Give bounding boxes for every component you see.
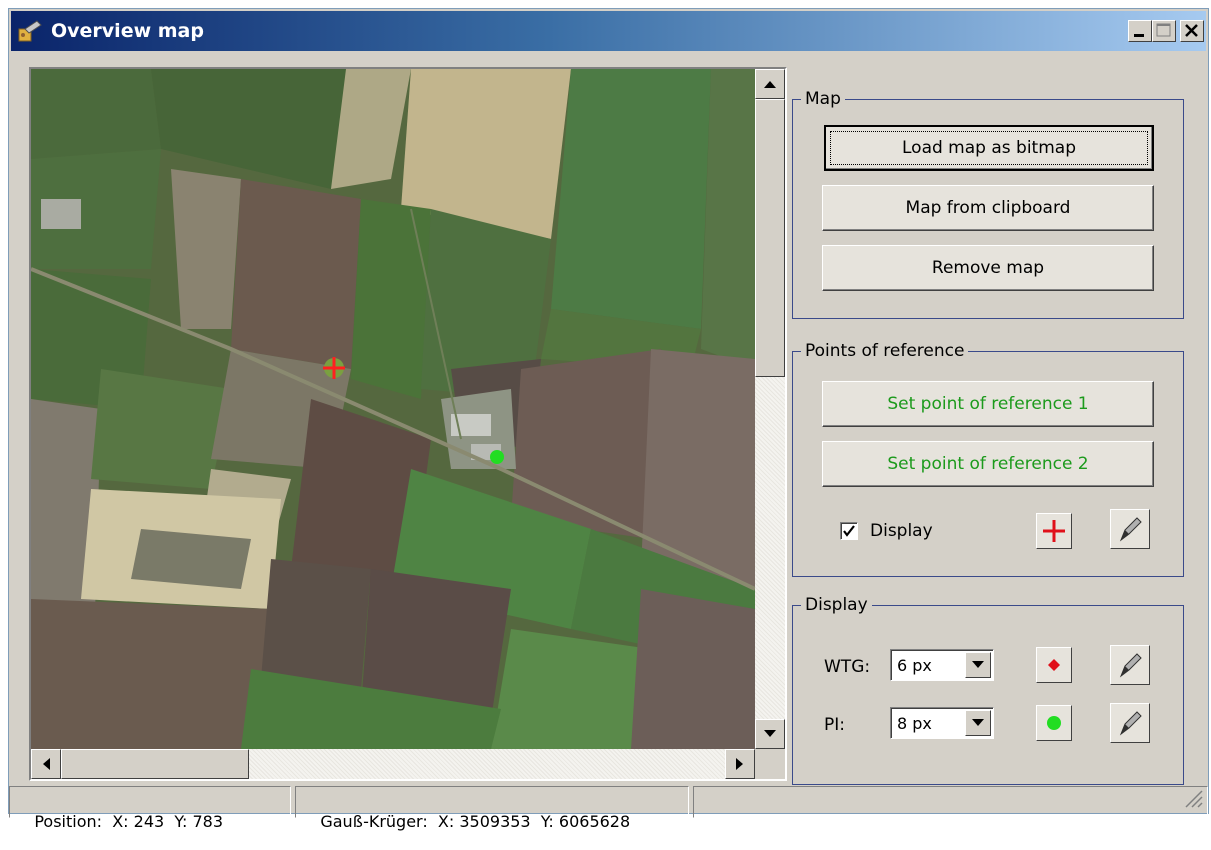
set-reference-2-label: Set point of reference 2	[887, 454, 1089, 474]
wtg-size-select[interactable]: 6 px	[890, 649, 994, 681]
display-references-checkbox[interactable]	[840, 522, 858, 540]
green-dot-icon	[1047, 716, 1061, 730]
set-reference-1-button[interactable]: Set point of reference 1	[822, 381, 1154, 427]
pi-edit-button[interactable]	[1110, 703, 1150, 743]
wtg-label: WTG:	[824, 657, 871, 677]
set-reference-1-label: Set point of reference 1	[887, 394, 1089, 414]
horizontal-scrollbar[interactable]	[31, 749, 755, 779]
minimize-button[interactable]	[1128, 20, 1152, 42]
resize-grip-icon[interactable]	[1182, 787, 1204, 809]
map-group-legend: Map	[805, 89, 841, 109]
scroll-left-button[interactable]	[31, 749, 61, 779]
chevron-down-icon	[972, 719, 984, 726]
scroll-up-button[interactable]	[755, 69, 785, 99]
title-bar[interactable]: Overview map	[11, 11, 1206, 51]
red-diamond-icon	[1048, 659, 1060, 671]
minimize-icon	[1134, 34, 1144, 37]
scroll-right-button[interactable]	[725, 749, 755, 779]
close-icon	[1185, 24, 1198, 37]
pi-color-button[interactable]	[1036, 705, 1072, 741]
reference-color-button[interactable]	[1110, 509, 1150, 549]
wtg-dropdown-button[interactable]	[965, 652, 991, 678]
pi-size-select[interactable]: 8 px	[890, 707, 994, 739]
map-from-clipboard-button[interactable]: Map from clipboard	[822, 185, 1154, 231]
position-text: Position: X: 243 Y: 783	[34, 812, 224, 831]
map-tool-icon	[18, 20, 42, 42]
pencil-icon	[1119, 711, 1142, 736]
status-position: Position: X: 243 Y: 783	[9, 786, 291, 831]
status-empty-panel	[693, 786, 1208, 818]
scroll-down-button[interactable]	[755, 719, 785, 749]
vertical-scroll-thumb[interactable]	[755, 99, 785, 377]
checkmark-icon	[843, 525, 855, 537]
maximize-button[interactable]	[1152, 20, 1176, 42]
window-title: Overview map	[51, 20, 204, 42]
display-references-label: Display	[870, 521, 933, 541]
display-group-legend: Display	[805, 595, 868, 615]
gauss-kruger-text: Gauß-Krüger: X: 3509353 Y: 6065628	[320, 812, 631, 831]
arrow-up-icon	[764, 81, 776, 88]
scrollbar-corner	[755, 749, 785, 779]
red-cross-icon	[1043, 520, 1065, 542]
set-reference-2-button[interactable]: Set point of reference 2	[822, 441, 1154, 487]
map-view	[29, 67, 787, 781]
display-group: Display	[792, 595, 1184, 785]
vertical-scrollbar[interactable]	[755, 69, 785, 749]
reference-point-2-dot-icon	[490, 450, 504, 464]
aerial-map-image[interactable]	[31, 69, 755, 749]
pi-dropdown-button[interactable]	[965, 710, 991, 736]
close-button[interactable]	[1180, 20, 1204, 42]
reference-point-1-cross-icon	[323, 357, 345, 379]
wtg-edit-button[interactable]	[1110, 645, 1150, 685]
horizontal-scroll-thumb[interactable]	[61, 749, 249, 779]
reference-marker-style-button[interactable]	[1036, 513, 1072, 549]
maximize-icon	[1156, 23, 1171, 37]
points-of-reference-legend: Points of reference	[805, 341, 965, 361]
remove-map-label: Remove map	[931, 258, 1045, 278]
pencil-icon	[1119, 653, 1142, 678]
load-map-bitmap-button[interactable]: Load map as bitmap	[824, 125, 1154, 171]
pi-label: PI:	[824, 715, 845, 735]
status-gauss-kruger: Gauß-Krüger: X: 3509353 Y: 6065628	[295, 786, 689, 831]
map-from-clipboard-label: Map from clipboard	[905, 198, 1071, 218]
pencil-icon	[1119, 517, 1142, 542]
aerial-map-drawing	[31, 69, 755, 749]
remove-map-button[interactable]: Remove map	[822, 245, 1154, 291]
arrow-right-icon	[736, 758, 743, 770]
load-map-bitmap-label: Load map as bitmap	[902, 138, 1076, 158]
wtg-size-value: 6 px	[897, 656, 932, 675]
chevron-down-icon	[972, 661, 984, 668]
pi-size-value: 8 px	[897, 714, 932, 733]
arrow-down-icon	[764, 730, 776, 737]
wtg-color-button[interactable]	[1036, 647, 1072, 683]
arrow-left-icon	[43, 758, 50, 770]
overview-map-window: Overview map Map Load map as bitmap Map …	[8, 8, 1209, 831]
